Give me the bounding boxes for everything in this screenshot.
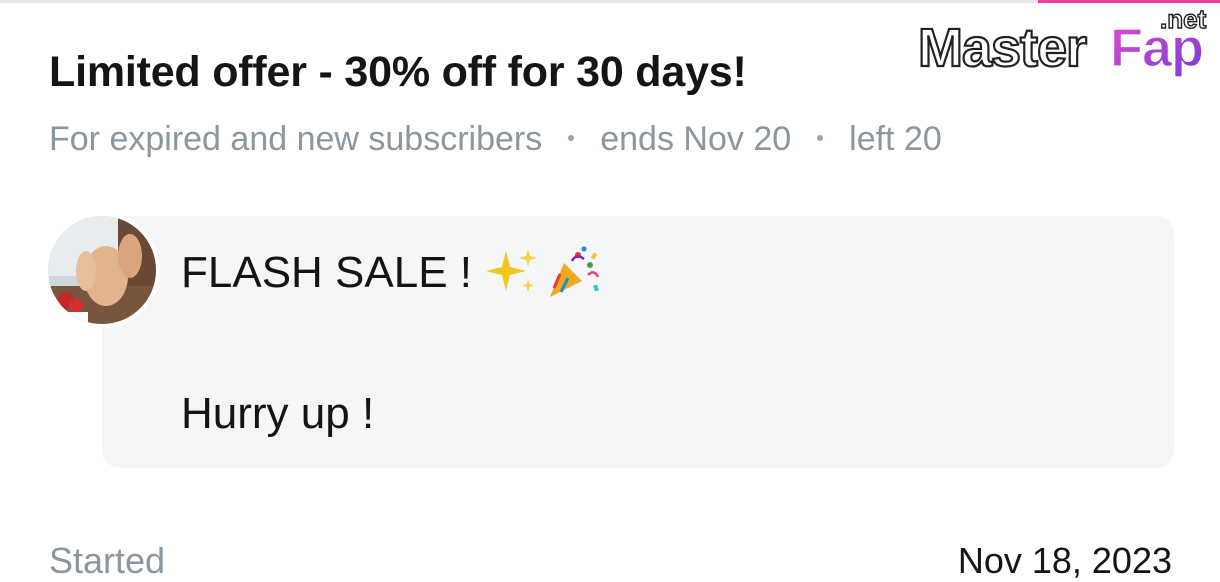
svg-text:Master: Master	[918, 18, 1087, 78]
offer-ends: ends Nov 20	[600, 120, 792, 158]
offer-audience: For expired and new subscribers	[49, 120, 543, 158]
separator-dot	[817, 134, 824, 141]
sparkles-icon	[486, 249, 538, 292]
avatar-image	[48, 216, 156, 324]
message-text-flash-sale: FLASH SALE !	[181, 248, 473, 297]
masterfap-watermark-logo: Master Fap .net	[917, 4, 1207, 79]
started-label: Started	[49, 540, 166, 581]
offer-title: Limited offer - 30% off for 30 days!	[49, 48, 747, 96]
top-accent-bar	[1038, 0, 1220, 3]
offer-meta: For expired and new subscribers ends Nov…	[49, 120, 942, 159]
svg-text:.net: .net	[1160, 4, 1207, 34]
offer-left: left 20	[849, 120, 942, 158]
started-date: Nov 18, 2023	[957, 540, 1172, 581]
separator-dot	[568, 134, 575, 141]
party-popper-icon	[550, 246, 600, 297]
top-divider	[0, 0, 1220, 3]
message-line-1: FLASH SALE !	[181, 245, 600, 301]
message-line-2: Hurry up !	[181, 389, 375, 438]
avatar[interactable]	[48, 216, 156, 324]
